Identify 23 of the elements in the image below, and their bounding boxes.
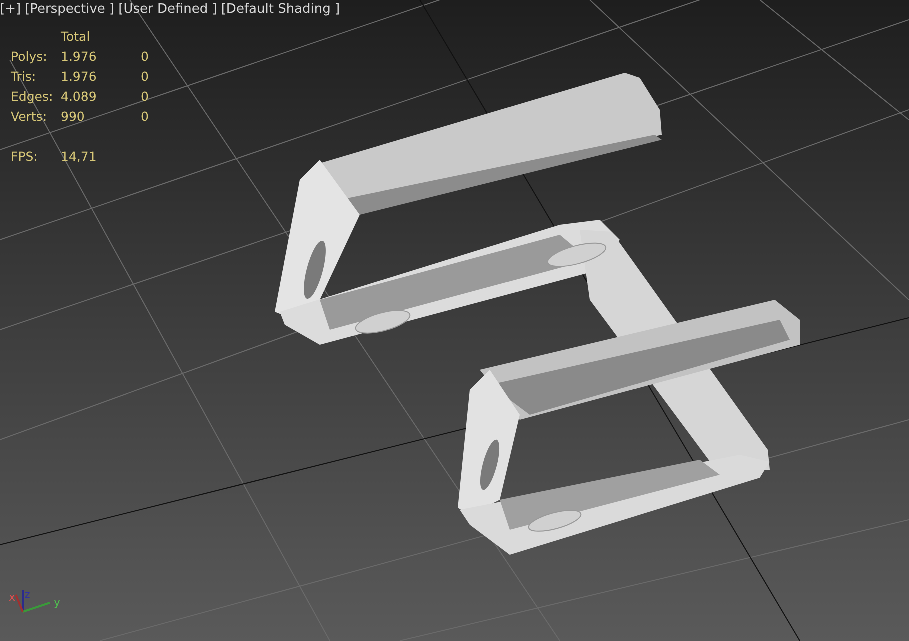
stat-total: 1.976	[61, 68, 98, 86]
axis-z-label: z	[25, 590, 30, 601]
stat-selected: 0	[141, 48, 150, 66]
viewport-menu-label[interactable]: [Default Shading ]	[221, 2, 340, 17]
stat-selected: 0	[141, 88, 150, 106]
stat-label: Polys:	[11, 48, 48, 66]
axis-tripod-icon	[15, 590, 50, 613]
fps-value: 14,71	[61, 148, 98, 166]
stats-header: Total	[61, 28, 92, 46]
viewport-menu-label[interactable]: [+]	[0, 2, 22, 17]
stat-total: 990	[61, 108, 86, 126]
axis-x-label: x	[9, 591, 16, 604]
stat-total: 1.976	[61, 48, 98, 66]
stat-label: Tris:	[11, 68, 38, 86]
viewport-menu-label[interactable]: [Perspective ]	[25, 2, 115, 17]
stat-total: 4.089	[61, 88, 98, 106]
viewport-menu-label[interactable]: [User Defined ]	[118, 2, 218, 17]
stat-selected: 0	[141, 108, 150, 126]
stat-label: Edges:	[11, 88, 54, 106]
stat-selected: 0	[141, 68, 150, 86]
stat-label: Verts:	[11, 108, 48, 126]
axis-y-label: y	[54, 596, 61, 609]
fps-label: FPS:	[11, 148, 39, 166]
